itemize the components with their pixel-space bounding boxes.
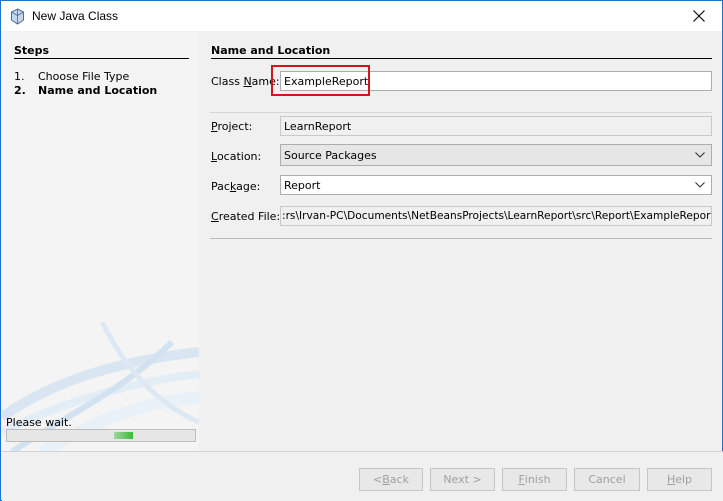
name-and-location-panel: Name and Location Class Name: ExampleRep… [199, 32, 722, 451]
progress-fill [114, 432, 133, 439]
cancel-button[interactable]: Cancel [574, 468, 640, 491]
project-label: Project: [211, 120, 253, 133]
location-value: Source Packages [284, 148, 377, 162]
divider [210, 238, 712, 239]
help-button[interactable]: Help [647, 468, 712, 491]
step-label: Choose File Type [38, 70, 130, 83]
divider [210, 112, 712, 113]
progress-bar [6, 429, 196, 442]
finish-button[interactable]: Finish [502, 468, 567, 491]
chevron-down-icon[interactable] [695, 181, 705, 189]
step-number: 1. [14, 70, 25, 83]
close-button[interactable] [676, 1, 722, 31]
title-bar[interactable]: New Java Class [1, 1, 722, 31]
package-label: Package: [211, 180, 261, 193]
step-choose-file-type: 1. Choose File Type [14, 70, 129, 83]
highlight-annotation-box [271, 65, 370, 96]
step-name-and-location: 2. Name and Location [14, 84, 157, 97]
step-number: 2. [14, 84, 26, 97]
location-dropdown[interactable]: Source Packages [280, 144, 712, 166]
steps-heading: Steps [14, 44, 189, 59]
package-value: Report [284, 178, 321, 192]
dialog-window: New Java Class Steps 1. Choose File Type … [0, 0, 723, 501]
created-file-value: :rs\Irvan-PC\Documents\NetBeansProjects\… [282, 210, 712, 222]
status-text: Please wait. [6, 416, 72, 429]
section-heading: Name and Location [211, 44, 712, 59]
package-combo-input[interactable]: Report [280, 175, 712, 195]
next-button[interactable]: Next > [430, 468, 495, 491]
project-value: LearnReport [284, 119, 352, 133]
button-bar: < Back Next > Finish Cancel Help [2, 451, 723, 501]
location-label: Location: [211, 150, 262, 163]
java-class-cup-icon [11, 8, 24, 25]
window-title: New Java Class [32, 9, 119, 23]
class-name-label: Class Name: [211, 75, 280, 88]
created-file-field: :rs\Irvan-PC\Documents\NetBeansProjects\… [280, 206, 712, 226]
back-button[interactable]: < Back [359, 468, 423, 491]
chevron-down-icon [695, 152, 705, 158]
created-file-label: Created File: [211, 210, 281, 223]
step-label: Name and Location [38, 84, 158, 97]
steps-panel: Steps 1. Choose File Type 2. Name and Loca… [2, 32, 199, 451]
project-field: LearnReport [280, 116, 712, 136]
close-icon [693, 10, 705, 22]
